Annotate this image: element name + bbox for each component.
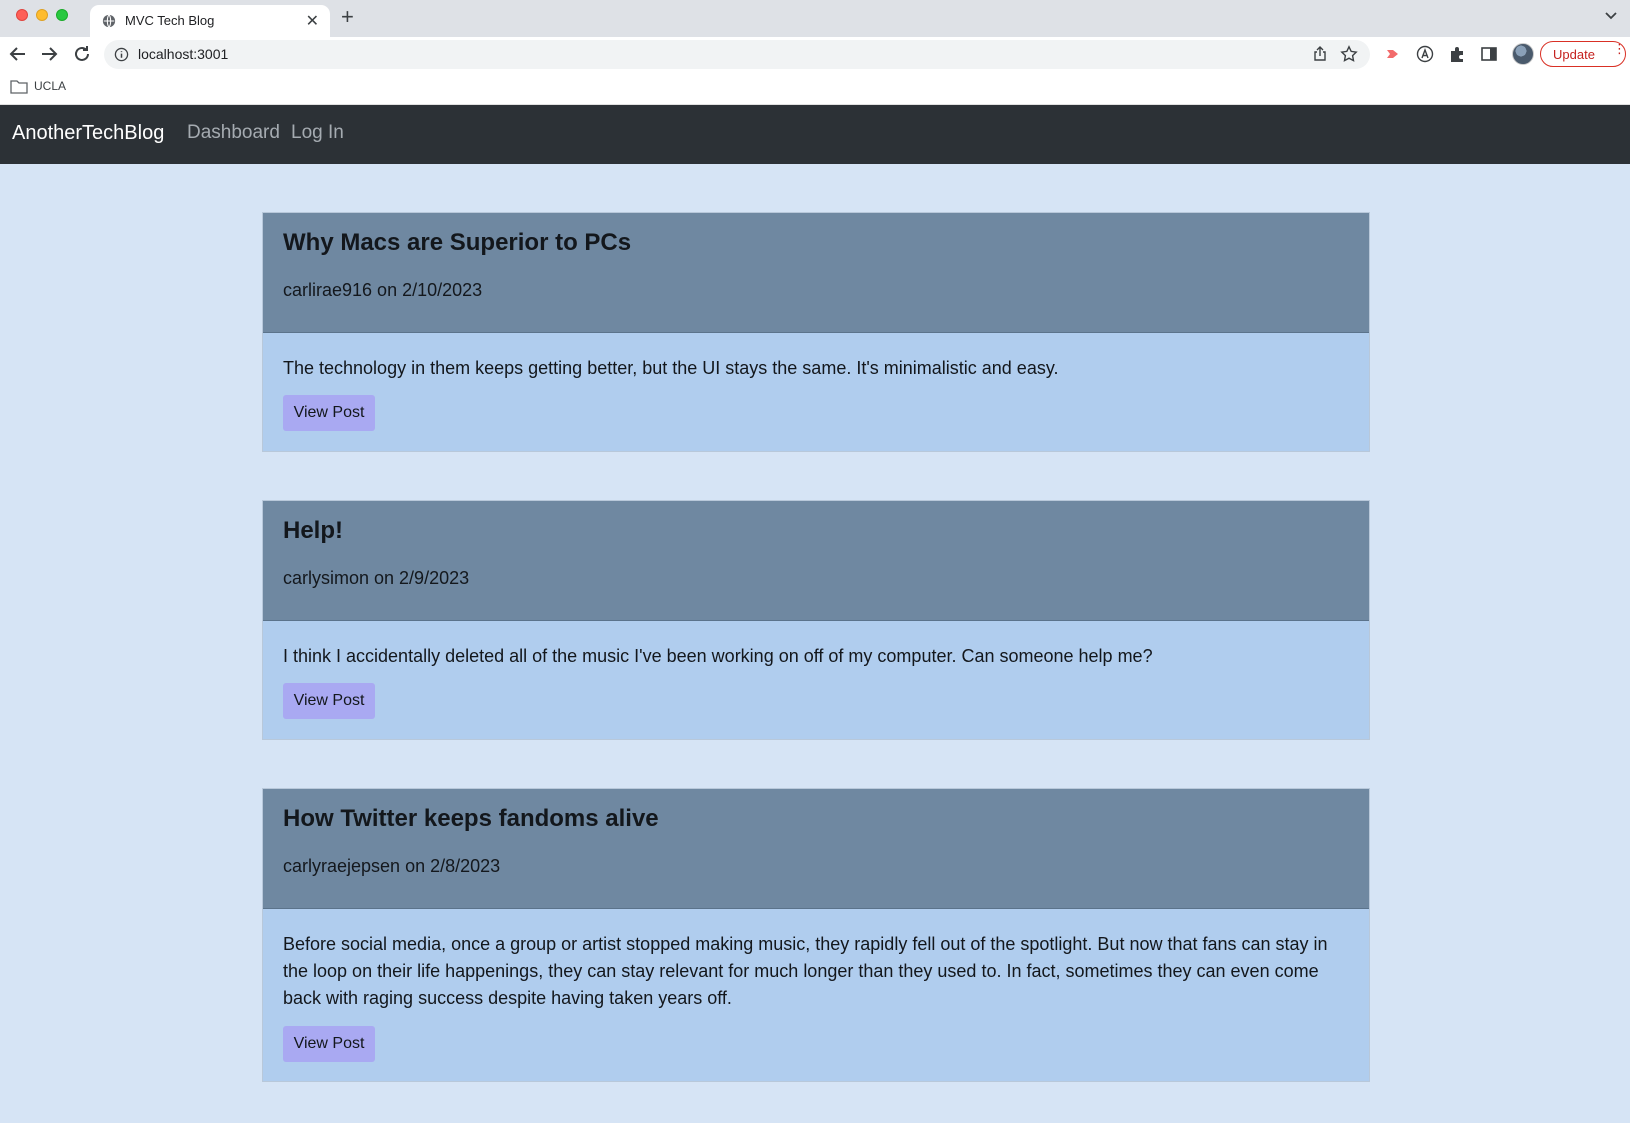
window-zoom-button[interactable] <box>56 9 68 21</box>
post-title: Help! <box>283 517 343 544</box>
post-card-header: Help! carlysimon on 2/9/2023 <box>263 501 1369 621</box>
tab-close-icon[interactable]: ✕ <box>306 11 319 31</box>
extension-a-icon[interactable] <box>1416 45 1434 63</box>
address-bar[interactable]: localhost:3001 <box>104 40 1370 69</box>
view-post-button[interactable]: View Post <box>283 1026 375 1062</box>
more-menu-icon[interactable]: ⋮ <box>1613 42 1626 55</box>
window-close-button[interactable] <box>16 9 28 21</box>
post-meta: carlirae916 on 2/10/2023 <box>283 280 483 300</box>
browser-tab-active[interactable]: MVC Tech Blog ✕ <box>90 5 330 37</box>
post-card-body: I think I accidentally deleted all of th… <box>263 621 1369 739</box>
post-card: How Twitter keeps fandoms alive carlyrae… <box>262 788 1370 1082</box>
nav-dashboard-link[interactable]: Dashboard <box>187 122 280 144</box>
share-icon[interactable] <box>1312 46 1328 62</box>
side-panel-icon[interactable] <box>1480 45 1498 63</box>
url-text: localhost:3001 <box>138 46 229 62</box>
post-card: Help! carlysimon on 2/9/2023 I think I a… <box>262 500 1370 740</box>
post-title: How Twitter keeps fandoms alive <box>283 805 659 832</box>
chevron-down-icon[interactable] <box>1604 8 1618 22</box>
post-meta: carlyraejepsen on 2/8/2023 <box>283 856 501 876</box>
bookmarks-bar: UCLA <box>0 71 1630 105</box>
update-button[interactable]: Update ⋮ <box>1540 41 1626 67</box>
puzzle-extensions-icon[interactable] <box>1448 45 1466 63</box>
forward-arrow-icon[interactable] <box>38 43 60 65</box>
new-tab-button[interactable]: + <box>341 4 354 30</box>
tab-title: MVC Tech Blog <box>125 13 215 28</box>
profile-avatar[interactable] <box>1512 43 1534 65</box>
post-body: The technology in them keeps getting bet… <box>283 358 1059 378</box>
post-body: I think I accidentally deleted all of th… <box>283 646 1153 666</box>
nav-login-link[interactable]: Log In <box>291 122 344 144</box>
browser-toolbar: localhost:3001 Update ⋮ <box>0 37 1630 71</box>
site-navbar: AnotherTechBlog Dashboard Log In <box>0 105 1630 164</box>
post-card: Why Macs are Superior to PCs carlirae916… <box>262 212 1370 452</box>
post-card-body: The technology in them keeps getting bet… <box>263 333 1369 451</box>
post-meta: carlysimon on 2/9/2023 <box>283 568 470 588</box>
back-arrow-icon[interactable] <box>7 43 29 65</box>
post-body: Before social media, once a group or art… <box>283 934 1328 1008</box>
update-label: Update <box>1553 47 1595 62</box>
extension-red-icon[interactable] <box>1384 45 1402 63</box>
folder-icon <box>10 80 28 94</box>
post-card-body: Before social media, once a group or art… <box>263 909 1369 1081</box>
post-title: Why Macs are Superior to PCs <box>283 229 632 256</box>
post-card-header: Why Macs are Superior to PCs carlirae916… <box>263 213 1369 333</box>
bookmark-star-icon[interactable] <box>1340 45 1358 63</box>
view-post-button[interactable]: View Post <box>283 395 375 431</box>
reload-icon[interactable] <box>71 43 93 65</box>
post-card-header: How Twitter keeps fandoms alive carlyrae… <box>263 789 1369 909</box>
view-post-button[interactable]: View Post <box>283 683 375 719</box>
bookmark-ucla[interactable]: UCLA <box>34 79 66 93</box>
site-brand[interactable]: AnotherTechBlog <box>12 122 164 145</box>
window-minimize-button[interactable] <box>36 9 48 21</box>
globe-icon <box>102 14 116 28</box>
info-icon[interactable] <box>114 47 129 62</box>
browser-tab-bar: MVC Tech Blog ✕ + <box>0 0 1630 37</box>
